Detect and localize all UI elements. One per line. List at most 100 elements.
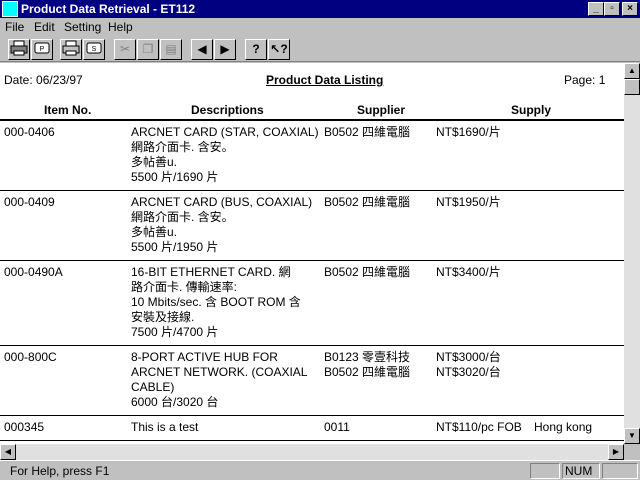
supply-price-line: NT$1950/片: [436, 195, 501, 209]
col-header-item: Item No.: [44, 103, 92, 117]
cut-icon[interactable]: ✂: [114, 39, 136, 60]
scroll-left-icon[interactable]: ◀: [0, 444, 16, 460]
description-line: 5500 片/1690 片: [131, 170, 219, 184]
supply-price-line: NT$3000/台: [436, 350, 501, 364]
supply-price: NT$110/pc FOB: [436, 420, 522, 435]
supplier-line: B0502 四維電腦: [324, 265, 411, 279]
description-line: ARCNET NETWORK. (COAXIAL: [131, 365, 308, 379]
description-line: 多帖善u.: [131, 155, 178, 169]
supply-price-line: NT$110/pc FOB: [436, 420, 522, 434]
status-pane-blank: [530, 463, 560, 479]
copy-icon[interactable]: ❐: [137, 39, 159, 60]
description: This is a test: [131, 420, 198, 435]
print-preview-icon[interactable]: P: [31, 39, 53, 60]
description: 8-PORT ACTIVE HUB FOR ARCNET NETWORK. (CO…: [131, 350, 307, 410]
description-line: 路介面卡. 傳輸速率:: [131, 280, 238, 294]
menu-edit[interactable]: Edit: [34, 20, 55, 34]
previous-page-icon[interactable]: ◀: [191, 39, 213, 60]
minimize-button[interactable]: _: [588, 2, 604, 16]
scroll-up-icon[interactable]: ▲: [624, 63, 640, 79]
supplier-line: B0123 零壹科技: [324, 350, 411, 364]
description-line: 網路介面卡. 含安。: [131, 210, 234, 224]
supply-price-line: NT$1690/片: [436, 125, 501, 139]
col-header-desc: Descriptions: [191, 103, 264, 117]
item-number: 000-0409: [4, 195, 55, 209]
supply-price: NT$3000/台 NT$3020/台: [436, 350, 501, 380]
vertical-scrollbar[interactable]: ▲ ▼: [624, 63, 640, 444]
status-pane-scroll: [602, 463, 638, 479]
description-line: 6000 台/3020 台: [131, 395, 219, 409]
app-icon[interactable]: [2, 1, 18, 17]
description-line: 多帖善u.: [131, 225, 178, 239]
description-line: CABLE): [131, 380, 175, 394]
table-row: 000-800C 8-PORT ACTIVE HUB FOR ARCNET NETW…: [0, 346, 624, 416]
paste-icon[interactable]: ▤: [160, 39, 182, 60]
menu-bar: File Edit Setting Help: [0, 18, 640, 36]
title-bar: Product Data Retrieval - ET112 _ ▫ ×: [0, 0, 640, 18]
vertical-scroll-thumb[interactable]: [624, 79, 640, 95]
status-help-text: For Help, press F1: [10, 464, 110, 478]
description-line: 安裝及接線.: [131, 310, 195, 324]
item-number: 000-0406: [4, 125, 55, 139]
close-button[interactable]: ×: [622, 2, 638, 16]
status-bar: For Help, press F1 NUM: [0, 460, 640, 480]
supply-price: NT$1950/片: [436, 195, 501, 210]
print-setup-icon[interactable]: [60, 39, 82, 60]
description: ARCNET CARD (BUS, COAXIAL) 網路介面卡. 含安。 多帖善u…: [131, 195, 312, 255]
supplier-line: B0502 四維電腦: [324, 365, 411, 379]
supply-price: NT$1690/片: [436, 125, 501, 140]
report-title: Product Data Listing: [266, 73, 384, 87]
supplier: 0011: [324, 420, 350, 435]
description-line: ARCNET CARD (STAR, COAXIAL): [131, 125, 319, 139]
menu-file[interactable]: File: [5, 20, 24, 34]
menu-setting[interactable]: Setting: [64, 20, 101, 34]
description: ARCNET CARD (STAR, COAXIAL) 網路介面卡. 含安。 多帖善…: [131, 125, 319, 185]
table-row: 000-0490A 16-BIT ETHERNET CARD. 網路介面卡. 傳輸…: [0, 261, 624, 346]
supplier: B0123 零壹科技 B0502 四維電腦: [324, 350, 410, 380]
supplier: B0502 四維電腦: [324, 265, 410, 280]
help-icon[interactable]: ?: [245, 39, 267, 60]
scroll-right-icon[interactable]: ▶: [608, 444, 624, 460]
item-number: 000-0490A: [4, 265, 63, 279]
horizontal-scrollbar[interactable]: ◀ ▶: [0, 444, 624, 460]
report-date: Date: 06/23/97: [4, 73, 83, 87]
supplier-line: 0011: [324, 420, 350, 434]
restore-button[interactable]: ▫: [604, 2, 620, 16]
save-icon[interactable]: S: [83, 39, 105, 60]
page-number: Page: 1: [564, 73, 606, 87]
toolbar: P S ✂ ❐ ▤ ◀ ▶ ? ↖?: [0, 36, 640, 62]
description-line: 16-BIT ETHERNET CARD. 網: [131, 265, 291, 279]
supply-location: Hong kong: [534, 420, 593, 434]
col-header-supply: Supply: [511, 103, 552, 117]
description-line: 網路介面卡. 含安。: [131, 140, 234, 154]
col-header-supplier: Supplier: [357, 103, 406, 117]
scrollbar-corner: [624, 444, 640, 460]
description-line: 8-PORT ACTIVE HUB FOR: [131, 350, 278, 364]
table-row: 000-0406 ARCNET CARD (STAR, COAXIAL) 網路介面卡…: [0, 121, 624, 191]
description-line: 7500 片/4700 片: [131, 325, 219, 339]
printer-icon[interactable]: [8, 39, 30, 60]
supplier: B0502 四維電腦: [324, 195, 410, 210]
menu-help[interactable]: Help: [108, 20, 133, 34]
supplier: B0502 四維電腦: [324, 125, 410, 140]
next-page-icon[interactable]: ▶: [214, 39, 236, 60]
supplier-line: B0502 四維電腦: [324, 195, 411, 209]
description-line: 5500 片/1950 片: [131, 240, 219, 254]
description: 16-BIT ETHERNET CARD. 網路介面卡. 傳輸速率: 10 Mbi…: [131, 265, 301, 340]
report-view[interactable]: Date: 06/23/97 Product Data Listing Page…: [0, 63, 624, 444]
table-row: 000345 This is a test 0011 NT$110/pc FOB Hon…: [0, 416, 624, 441]
supplier-line: B0502 四維電腦: [324, 125, 411, 139]
item-number: 000-800C: [4, 350, 57, 364]
description-line: This is a test: [131, 420, 199, 434]
description-line: ARCNET CARD (BUS, COAXIAL): [131, 195, 313, 209]
table-row: 000-0409 ARCNET CARD (BUS, COAXIAL) 網路介面卡.…: [0, 191, 624, 261]
window-title: Product Data Retrieval - ET112: [21, 2, 196, 16]
supply-price-line: NT$3020/台: [436, 365, 501, 379]
svg-text:P: P: [40, 46, 45, 53]
item-number: 000345: [4, 420, 45, 434]
scroll-down-icon[interactable]: ▼: [624, 428, 640, 444]
svg-text:S: S: [92, 46, 97, 53]
context-help-icon[interactable]: ↖?: [268, 39, 290, 60]
description-line: 10 Mbits/sec. 含 BOOT ROM 含: [131, 295, 301, 309]
supply-price-line: NT$3400/片: [436, 265, 501, 279]
